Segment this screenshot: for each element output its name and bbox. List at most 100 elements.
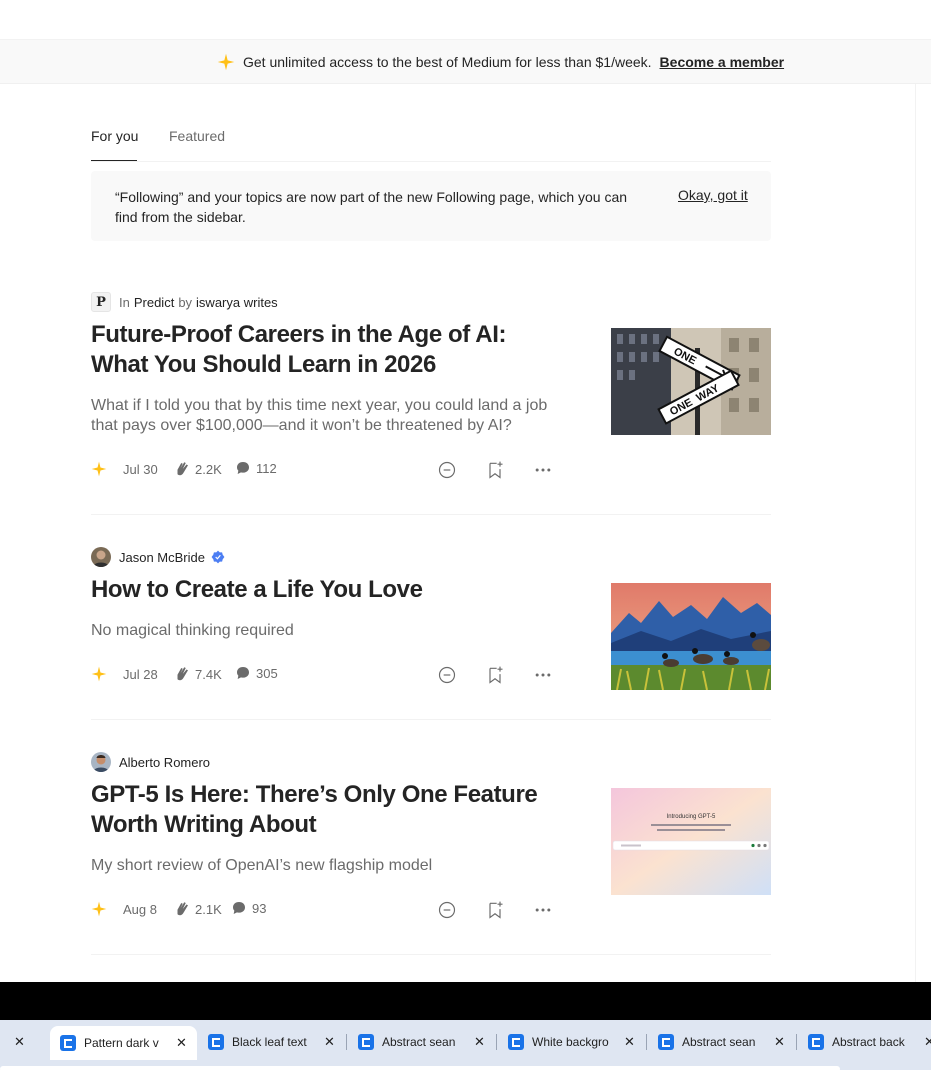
close-icon[interactable]: ✕ <box>624 1034 635 1050</box>
close-icon[interactable]: ✕ <box>324 1034 335 1050</box>
claps-count: 7.4K <box>195 666 222 682</box>
banner-text: Get unlimited access to the best of Medi… <box>243 54 652 70</box>
publication-name[interactable]: Predict <box>134 295 174 310</box>
sparkle-icon <box>217 53 235 71</box>
bookmark-plus-icon[interactable] <box>485 900 505 920</box>
article-thumbnail-painting[interactable] <box>611 583 771 690</box>
top-navigation-bar <box>0 0 931 40</box>
author-avatar[interactable] <box>91 752 111 772</box>
thumbnail-title: Introducing GPT-5 <box>667 814 716 820</box>
tab-for-you[interactable]: For you <box>91 128 138 144</box>
docs-favicon-icon <box>808 1034 824 1050</box>
sparkle-icon <box>91 901 107 917</box>
comment-icon <box>233 902 245 914</box>
byline: Alberto Romero <box>91 752 214 772</box>
become-member-link[interactable]: Become a member <box>660 54 785 70</box>
article-subtitle[interactable]: What if I told you that by this time nex… <box>91 396 561 436</box>
browser-tab[interactable]: Abstract sean ✕ <box>658 1028 785 1056</box>
comments-button[interactable]: 305 <box>235 665 278 681</box>
close-icon[interactable]: ✕ <box>14 1034 25 1050</box>
bookmark-plus-icon[interactable] <box>485 665 505 685</box>
close-icon[interactable]: ✕ <box>176 1035 187 1051</box>
publication-logo[interactable]: P <box>91 292 111 312</box>
address-bar-edge <box>0 1066 840 1072</box>
more-horizontal-icon[interactable] <box>533 460 553 480</box>
comments-button[interactable]: 112 <box>235 460 277 476</box>
claps-button[interactable]: 2.1K <box>173 900 222 918</box>
verified-badge-icon <box>211 550 225 564</box>
dismiss-notice-link[interactable]: Okay, got it <box>678 187 748 203</box>
article-title[interactable]: Future-Proof Careers in the Age of AI: W… <box>91 320 561 380</box>
author-name[interactable]: Jason McBride <box>119 550 205 565</box>
bookmark-plus-icon[interactable] <box>485 460 505 480</box>
author-name[interactable]: iswarya writes <box>196 295 278 310</box>
comments-count: 93 <box>252 900 267 916</box>
browser-tab[interactable]: Pattern dark v ✕ <box>50 1026 197 1060</box>
in-label: In <box>119 294 130 310</box>
minus-circle-icon[interactable] <box>437 665 457 685</box>
browser-tab-label: Pattern dark v <box>84 1036 159 1050</box>
byline: P In Predict by iswarya writes <box>91 292 282 312</box>
article-card: Alberto Romero GPT-5 Is Here: There’s On… <box>91 752 771 955</box>
membership-banner: Get unlimited access to the best of Medi… <box>0 40 931 84</box>
article-card: P In Predict by iswarya writes Future-Pr… <box>91 292 771 515</box>
article-title[interactable]: GPT-5 Is Here: There’s Only One Feature … <box>91 780 561 840</box>
browser-tab-label: Abstract sean <box>382 1035 456 1049</box>
article-thumbnail-one-way-sign[interactable]: ONE ONE WAY <box>611 328 771 435</box>
browser-tab[interactable]: Abstract back ✕ <box>808 1028 931 1056</box>
author-avatar[interactable] <box>91 547 111 567</box>
by-label: by <box>178 294 193 310</box>
tab-separator <box>796 1034 797 1050</box>
article-subtitle[interactable]: No magical thinking required <box>91 621 561 641</box>
clap-icon <box>177 667 188 681</box>
docs-favicon-icon <box>208 1034 224 1050</box>
docs-favicon-icon <box>508 1034 524 1050</box>
more-horizontal-icon[interactable] <box>533 665 553 685</box>
claps-button[interactable]: 7.4K <box>173 665 222 683</box>
comments-count: 112 <box>256 460 277 476</box>
browser-tab-label: White backgro <box>532 1035 609 1049</box>
tab-separator <box>496 1034 497 1050</box>
byline: Jason McBride <box>91 547 225 567</box>
sidebar-divider <box>915 84 916 982</box>
minus-circle-icon[interactable] <box>437 460 457 480</box>
tab-separator <box>346 1034 347 1050</box>
comments-button[interactable]: 93 <box>231 900 266 916</box>
article-subtitle[interactable]: My short review of OpenAI’s new flagship… <box>91 856 561 876</box>
minus-circle-icon[interactable] <box>437 900 457 920</box>
claps-count: 2.1K <box>195 901 222 917</box>
close-icon[interactable]: ✕ <box>924 1034 931 1050</box>
feed-tabs: For you Featured <box>91 110 771 162</box>
browser-tab[interactable]: Abstract sean ✕ <box>358 1028 485 1056</box>
browser-tab-label: Abstract sean <box>682 1035 756 1049</box>
close-icon[interactable]: ✕ <box>774 1034 785 1050</box>
article-meta: Jul 28 7.4K 305 <box>91 665 561 685</box>
article-meta: Jul 30 2.2K 112 <box>91 460 561 480</box>
sparkle-icon <box>91 666 107 682</box>
active-tab-indicator <box>91 160 137 161</box>
clap-icon <box>177 902 188 916</box>
tab-featured[interactable]: Featured <box>169 128 225 144</box>
clap-icon <box>177 462 188 476</box>
author-name[interactable]: Alberto Romero <box>119 755 210 770</box>
browser-tab-label: Black leaf text <box>232 1035 307 1049</box>
docs-favicon-icon <box>358 1034 374 1050</box>
browser-tab-label: Abstract back <box>832 1035 905 1049</box>
comments-count: 305 <box>256 665 278 681</box>
browser-tab[interactable]: White backgro ✕ <box>508 1028 635 1056</box>
article-title[interactable]: How to Create a Life You Love <box>91 575 561 605</box>
close-icon[interactable]: ✕ <box>474 1034 485 1050</box>
sparkle-icon <box>91 461 107 477</box>
docs-favicon-icon <box>60 1035 76 1051</box>
comment-icon <box>237 462 249 474</box>
browser-tab[interactable]: Black leaf text ✕ <box>208 1028 335 1056</box>
claps-button[interactable]: 2.2K <box>173 460 222 478</box>
browser-tab-partial[interactable]: at ✕ <box>0 1028 25 1056</box>
publish-date: Aug 8 <box>123 902 157 917</box>
docs-favicon-icon <box>658 1034 674 1050</box>
notice-text: “Following” and your topics are now part… <box>115 189 628 225</box>
more-horizontal-icon[interactable] <box>533 900 553 920</box>
article-thumbnail-gpt5[interactable]: Introducing GPT-5 <box>611 788 771 895</box>
tab-separator <box>646 1034 647 1050</box>
browser-tab-strip: at ✕ Pattern dark v ✕ Black leaf text ✕ … <box>0 1020 931 1072</box>
